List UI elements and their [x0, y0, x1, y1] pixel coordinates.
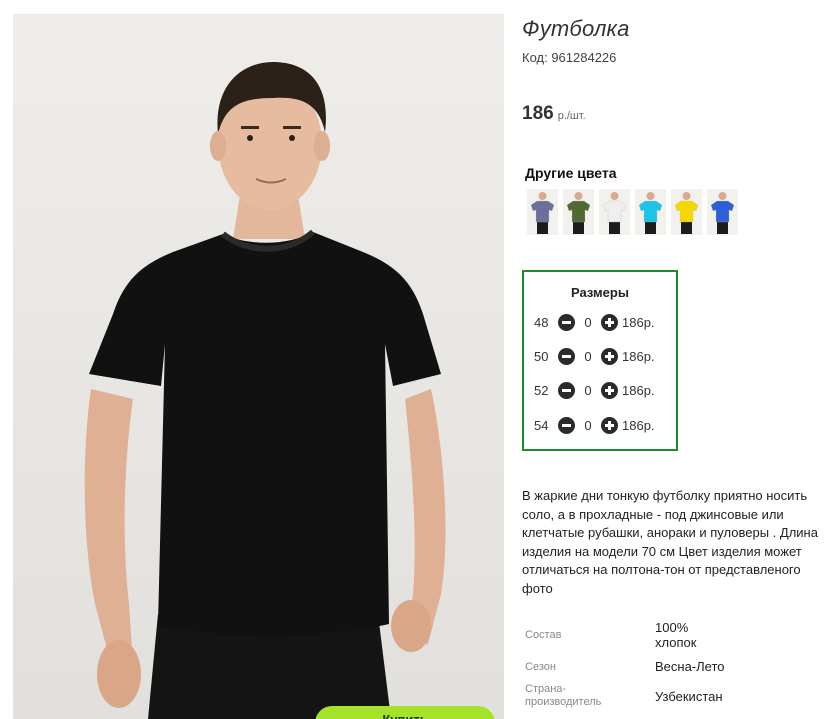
model-wearing-tshirt-illustration [13, 14, 504, 719]
spec-key: Страна- производитель [525, 683, 601, 709]
plus-circle-icon[interactable] [601, 416, 618, 434]
spec-key-line: производитель [525, 696, 602, 708]
description-line: фото [522, 580, 553, 596]
spec-value-line: хлопок [655, 635, 697, 650]
color-swatch[interactable] [599, 189, 630, 235]
size-quantity: 0 [584, 314, 592, 330]
spec-value-line: 100% [655, 620, 689, 635]
plus-circle-icon[interactable] [601, 313, 618, 331]
product-photo[interactable] [13, 14, 504, 719]
description-line: изделия на модели 70 см Цвет изделия мож… [522, 543, 802, 559]
color-swatch-list [527, 189, 738, 235]
description-line: В жаркие дни тонкую футболку приятно нос… [522, 488, 808, 503]
color-swatch[interactable] [527, 189, 558, 235]
buy-button[interactable]: Купить [315, 706, 495, 719]
spec-value: Весна-Лето [655, 659, 725, 674]
price-unit: р./шт. [557, 110, 586, 122]
size-price: 186р. [622, 417, 655, 433]
spec-key: Сезон [525, 661, 556, 673]
size-label: 48 [534, 314, 549, 330]
plus-circle-icon[interactable] [601, 381, 618, 399]
size-row-52: 52 0 186р. [534, 380, 655, 400]
size-label: 52 [534, 382, 549, 398]
color-swatch[interactable] [563, 189, 594, 235]
size-quantity: 0 [584, 348, 592, 364]
tshirt-swatch-icon [602, 192, 627, 234]
description-line: соло, а в прохладные - под джинсовые или [522, 506, 784, 522]
color-swatch[interactable] [671, 189, 702, 235]
color-swatch[interactable] [635, 189, 666, 235]
minus-circle-icon[interactable] [558, 347, 575, 365]
product-title: Футболка [522, 16, 630, 41]
sizes-panel: Размеры 48 0 186р. 50 0 186р. 52 0 186р.… [522, 270, 678, 451]
other-colors-heading: Другие цвета [525, 165, 617, 181]
size-row-48: 48 0 186р. [534, 312, 655, 332]
description-line: отличаться на полтона-тон от представлен… [522, 562, 801, 577]
size-price: 186р. [622, 348, 655, 364]
color-swatch[interactable] [707, 189, 738, 235]
minus-circle-icon[interactable] [558, 416, 575, 434]
price-amount: 186 [522, 103, 554, 124]
product-code: Код: 961284226 [522, 50, 617, 65]
size-row-50: 50 0 186р. [534, 346, 655, 366]
minus-circle-icon[interactable] [558, 381, 575, 399]
minus-circle-icon[interactable] [558, 313, 575, 331]
product-description: В жаркие дни тонкую футболку приятно нос… [522, 487, 832, 598]
tshirt-swatch-icon [566, 192, 591, 234]
spec-value: Узбекистан [655, 689, 723, 704]
size-price: 186р. [622, 314, 655, 330]
sizes-heading: Размеры [571, 285, 629, 300]
size-price: 186р. [622, 382, 655, 398]
product-price: 186 р./шт. [522, 103, 586, 125]
size-label: 54 [534, 417, 549, 433]
size-row-54: 54 0 186р. [534, 415, 655, 435]
plus-circle-icon[interactable] [601, 347, 618, 365]
tshirt-swatch-icon [710, 192, 735, 234]
tshirt-swatch-icon [530, 192, 555, 234]
spec-key-line: Страна- [525, 683, 567, 695]
tshirt-swatch-icon [674, 192, 699, 234]
description-line: клетчатые рубашки, анораки и пуловеры . … [522, 525, 818, 540]
spec-value: 100% хлопок [655, 620, 696, 650]
size-label: 50 [534, 348, 549, 364]
size-quantity: 0 [584, 417, 592, 433]
size-quantity: 0 [584, 382, 592, 398]
tshirt-swatch-icon [638, 192, 663, 234]
spec-key: Состав [525, 629, 562, 641]
